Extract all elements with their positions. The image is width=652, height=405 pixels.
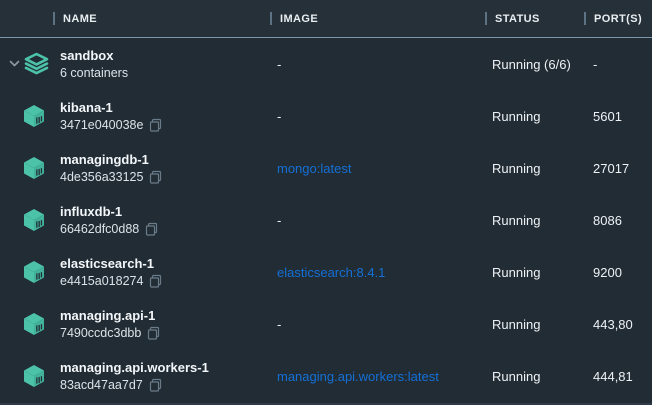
ports-cell[interactable]: 443,80 xyxy=(584,317,652,332)
column-divider xyxy=(584,12,586,25)
container-name[interactable]: managingdb-1 xyxy=(60,152,270,168)
image-link[interactable]: managing.api.workers:latest xyxy=(270,369,485,384)
container-id: 7490ccdc3dbb xyxy=(60,326,141,341)
copy-icon[interactable] xyxy=(149,274,162,288)
status-cell: Running xyxy=(485,161,584,176)
container-name[interactable]: managing.api.workers-1 xyxy=(60,360,270,376)
chevron-down-icon[interactable] xyxy=(9,60,20,67)
copy-icon[interactable] xyxy=(149,378,162,392)
copy-icon[interactable] xyxy=(147,326,160,340)
container-icon xyxy=(24,365,44,387)
column-divider xyxy=(485,12,487,25)
image-link[interactable]: elasticsearch:8.4.1 xyxy=(270,265,485,280)
column-divider xyxy=(53,12,55,25)
container-id: 66462dfc0d88 xyxy=(60,222,139,237)
container-icon xyxy=(24,105,44,127)
container-id: e4415a018274 xyxy=(60,274,143,289)
table-row-managing-api-workers-1[interactable]: managing.api.workers-1 83acd47aa7d7 mana… xyxy=(0,350,652,402)
table-row-managingdb-1[interactable]: managingdb-1 4de356a33125 mongo:latest R… xyxy=(0,142,652,194)
copy-icon[interactable] xyxy=(149,170,162,184)
container-icon xyxy=(24,261,44,283)
container-list: NAME IMAGE STATUS PORT(S) sandbox xyxy=(0,0,652,405)
ports-cell[interactable]: 5601 xyxy=(584,109,652,124)
image-link[interactable]: mongo:latest xyxy=(270,161,485,176)
column-divider xyxy=(270,12,272,25)
column-label: IMAGE xyxy=(280,13,318,25)
copy-icon[interactable] xyxy=(149,118,162,132)
table-body: sandbox 6 containers - Running (6/6) - xyxy=(0,38,652,405)
container-id: 4de356a33125 xyxy=(60,170,143,185)
container-count: 6 containers xyxy=(60,66,128,81)
status-cell: Running xyxy=(485,369,584,384)
table-row-elasticsearch-1[interactable]: elasticsearch-1 e4415a018274 elasticsear… xyxy=(0,246,652,298)
status-cell: Running (6/6) xyxy=(485,57,584,72)
ports-cell[interactable]: 27017 xyxy=(584,161,652,176)
header-spacer xyxy=(0,0,53,37)
ports-cell[interactable]: 8086 xyxy=(584,213,652,228)
status-cell: Running xyxy=(485,317,584,332)
column-header-image[interactable]: IMAGE xyxy=(270,0,485,37)
ports-cell[interactable]: 9200 xyxy=(584,265,652,280)
ports-cell[interactable]: 444,81 xyxy=(584,369,652,384)
copy-icon[interactable] xyxy=(145,222,158,236)
container-name[interactable]: managing.api-1 xyxy=(60,308,270,324)
container-id: 3471e040038e xyxy=(60,118,143,133)
column-header-name[interactable]: NAME xyxy=(53,0,270,37)
ports-cell: - xyxy=(584,57,652,72)
image-cell: - xyxy=(270,317,485,332)
container-name[interactable]: elasticsearch-1 xyxy=(60,256,270,272)
image-cell: - xyxy=(270,57,485,72)
status-cell: Running xyxy=(485,109,584,124)
column-header-status[interactable]: STATUS xyxy=(485,0,584,37)
column-label: NAME xyxy=(63,13,97,25)
container-icon xyxy=(24,157,44,179)
status-cell: Running xyxy=(485,265,584,280)
compose-stack-icon xyxy=(24,52,49,76)
column-label: PORT(S) xyxy=(594,13,642,25)
table-row-influxdb-1[interactable]: influxdb-1 66462dfc0d88 - Running 8086 xyxy=(0,194,652,246)
table-header: NAME IMAGE STATUS PORT(S) xyxy=(0,0,652,38)
column-header-ports[interactable]: PORT(S) xyxy=(584,0,652,37)
container-name[interactable]: influxdb-1 xyxy=(60,204,270,220)
image-cell: - xyxy=(270,213,485,228)
image-cell: - xyxy=(270,109,485,124)
table-row-kibana-1[interactable]: kibana-1 3471e040038e - Running 5601 xyxy=(0,90,652,142)
table-row-sandbox[interactable]: sandbox 6 containers - Running (6/6) - xyxy=(0,38,652,90)
container-name[interactable]: kibana-1 xyxy=(60,100,270,116)
column-label: STATUS xyxy=(495,13,540,25)
table-row-managing-api-1[interactable]: managing.api-1 7490ccdc3dbb - Running 44… xyxy=(0,298,652,350)
status-cell: Running xyxy=(485,213,584,228)
container-name[interactable]: sandbox xyxy=(60,48,270,64)
container-id: 83acd47aa7d7 xyxy=(60,378,143,393)
container-icon xyxy=(24,209,44,231)
container-icon xyxy=(24,313,44,335)
